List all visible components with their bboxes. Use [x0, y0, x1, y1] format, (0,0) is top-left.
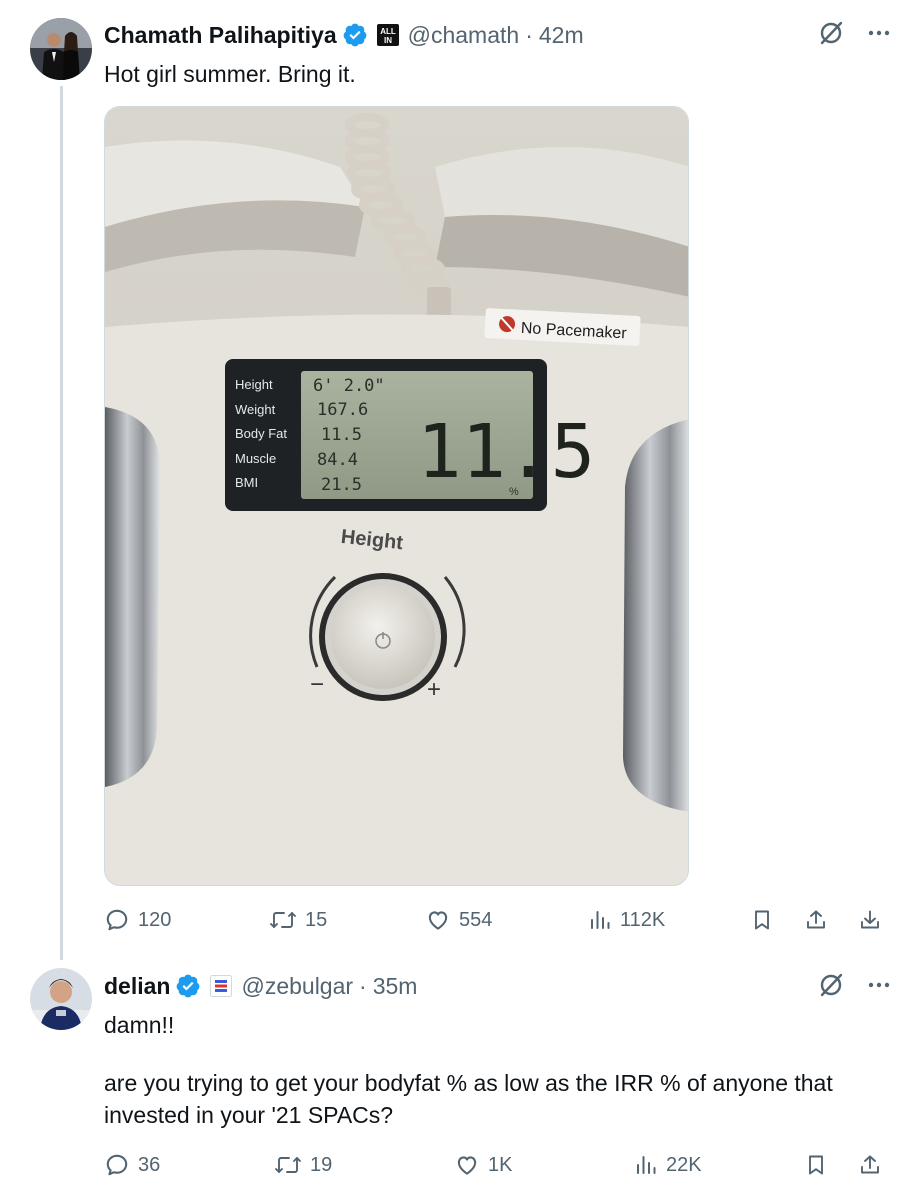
secondary-actions: [750, 907, 882, 933]
tweet-text-line: damn!!: [104, 1012, 175, 1038]
display-value-height: 6' 2.0": [313, 376, 385, 396]
display-unit: %: [509, 486, 519, 498]
views-count: 22K: [666, 1153, 702, 1176]
repost-count: 19: [310, 1153, 333, 1176]
avatar[interactable]: [30, 968, 92, 1030]
display-value-weight: 167.6: [317, 400, 368, 420]
tweet-time[interactable]: 42m: [539, 22, 584, 49]
repost-button[interactable]: 19: [274, 1152, 454, 1178]
reply-count: 120: [138, 908, 172, 931]
grok-icon[interactable]: [818, 972, 844, 998]
display-value-bodyfat: 11.5: [321, 425, 362, 445]
secondary-actions: [804, 1152, 882, 1178]
views-icon: [637, 1156, 656, 1174]
more-icon[interactable]: [866, 972, 892, 998]
reply-button[interactable]: 36: [104, 1152, 274, 1178]
verified-badge-icon: [343, 23, 366, 47]
separator-dot: ·: [525, 21, 533, 48]
tweet-header: Chamath Palihapitiya ALL IN @chamath · 4…: [104, 18, 584, 52]
display-label-height: Height: [235, 377, 273, 392]
like-count: 1K: [488, 1153, 513, 1176]
display-label-bmi: BMI: [235, 475, 258, 490]
separator-dot: ·: [359, 972, 367, 999]
tweet-photo[interactable]: No Pacemaker Height Weight Body Fat Musc…: [104, 106, 689, 886]
verified-badge-icon: [177, 974, 200, 998]
tweet-top-actions: [818, 972, 892, 998]
tweet-actions: 120 15 554 112K: [104, 903, 882, 937]
tweet-actions: 36 19 1K 22K: [104, 1148, 882, 1182]
like-button[interactable]: 1K: [454, 1152, 634, 1178]
affiliate-badge[interactable]: ALL IN: [376, 23, 400, 47]
tweet-header: delian @zebulgar · 35m: [104, 969, 417, 1003]
reply-icon: [106, 909, 128, 931]
views-button[interactable]: 112K: [588, 907, 665, 933]
views-button[interactable]: 22K: [634, 1152, 702, 1178]
display-label-muscle: Muscle: [235, 451, 276, 466]
share-icon[interactable]: [804, 907, 828, 933]
reply-button[interactable]: 120: [104, 907, 269, 933]
dial-minus: −: [310, 671, 324, 698]
like-count: 554: [459, 908, 493, 931]
like-icon: [457, 1156, 477, 1175]
repost-count: 15: [305, 908, 328, 931]
author-handle[interactable]: @zebulgar: [241, 973, 353, 1000]
tweet-text-paragraph: are you trying to get your bodyfat % as …: [104, 1070, 833, 1128]
display-label-weight: Weight: [235, 402, 276, 417]
grok-icon[interactable]: [818, 20, 844, 46]
bookmark-icon[interactable]: [804, 1152, 828, 1178]
display-value-bmi: 21.5: [321, 475, 362, 495]
more-icon[interactable]: [866, 20, 892, 46]
views-count: 112K: [620, 908, 666, 931]
like-button[interactable]: 554: [425, 907, 588, 933]
tweet[interactable]: Chamath Palihapitiya ALL IN @chamath · 4…: [0, 0, 918, 950]
avatar[interactable]: [30, 18, 92, 80]
reply-count: 36: [138, 1153, 161, 1176]
repost-icon: [270, 912, 296, 928]
share-icon[interactable]: [858, 1152, 882, 1178]
display-label-bodyfat: Body Fat: [235, 426, 287, 441]
repost-icon: [275, 1157, 301, 1173]
display-value-muscle: 84.4: [317, 450, 358, 470]
reply-tweet[interactable]: delian @zebulgar · 35m damn!! are you tr…: [0, 952, 918, 1200]
bookmark-icon[interactable]: [750, 907, 774, 933]
tweet-top-actions: [818, 20, 892, 46]
svg-text:IN: IN: [384, 36, 392, 45]
reply-icon: [106, 1154, 128, 1176]
like-icon: [428, 911, 448, 930]
affiliate-badge[interactable]: [209, 974, 233, 998]
download-icon[interactable]: [858, 907, 882, 933]
repost-button[interactable]: 15: [269, 907, 425, 933]
author-name[interactable]: Chamath Palihapitiya: [104, 22, 337, 49]
tweet-text: Hot girl summer. Bring it.: [104, 61, 356, 87]
tweet-time[interactable]: 35m: [373, 973, 418, 1000]
author-handle[interactable]: @chamath: [408, 22, 520, 49]
author-name[interactable]: delian: [104, 973, 170, 1000]
views-icon: [591, 911, 610, 929]
svg-text:ALL: ALL: [380, 27, 396, 36]
display-big-value: 11.5: [417, 409, 595, 495]
